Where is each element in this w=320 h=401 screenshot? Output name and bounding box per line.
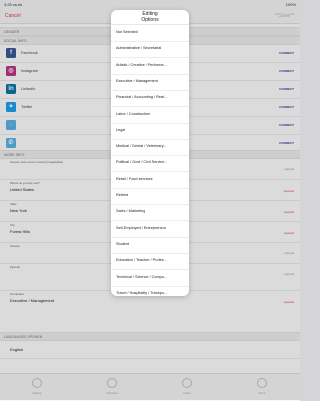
- picker-header: Editing Options: [111, 10, 189, 25]
- picker-subtitle: Options: [141, 17, 159, 23]
- picker-option[interactable]: Sales / Marketing: [111, 204, 189, 222]
- picker-option[interactable]: Retired: [111, 188, 189, 205]
- option-label: Self-Employed / Entrepreneur: [116, 225, 167, 230]
- option-label: Political / Govt / Civil Service...: [116, 160, 168, 165]
- option-label: Executive / Management: [116, 78, 158, 83]
- option-label: Labor / Construction: [116, 111, 151, 116]
- option-label: Student: [116, 241, 130, 246]
- option-label: Sales / Marketing: [116, 209, 146, 214]
- picker-option[interactable]: Artistic / Creative / Performa...: [111, 58, 189, 75]
- picker-option[interactable]: Administrative / Secretarial: [111, 41, 189, 59]
- picker-option[interactable]: Student: [111, 237, 189, 254]
- picker-option[interactable]: Self-Employed / Entrepreneur: [111, 221, 189, 238]
- picker-option[interactable]: Political / Govt / Civil Service...: [111, 155, 189, 173]
- picker-option[interactable]: Not Selected: [111, 25, 189, 42]
- picker-option[interactable]: Education / Teacher / Profes...: [111, 253, 189, 271]
- picker-option[interactable]: Travel / Hospitality / Transpo...: [111, 286, 189, 296]
- option-label: Education / Teacher / Profes...: [116, 258, 167, 263]
- option-label: Medical / Dental / Veterinary...: [116, 144, 167, 149]
- picker-option[interactable]: Technical / Science / Compu...: [111, 270, 189, 287]
- picker-option[interactable]: Medical / Dental / Veterinary...: [111, 139, 189, 157]
- picker-option[interactable]: Executive / Management: [111, 74, 189, 91]
- option-label: Not Selected: [116, 30, 138, 34]
- option-label: Legal: [116, 127, 126, 132]
- option-label: Financial / Accounting / Real...: [116, 95, 168, 100]
- picker-option[interactable]: Financial / Accounting / Real...: [111, 90, 189, 108]
- occupation-picker: Editing Options Not Selected Administrati…: [111, 10, 189, 296]
- option-label: Retail / Food services: [116, 176, 153, 181]
- picker-option[interactable]: Legal: [111, 123, 189, 140]
- option-label: Administrative / Secretarial: [116, 46, 162, 51]
- picker-option[interactable]: Retail / Food services: [111, 172, 189, 189]
- option-label: Travel / Hospitality / Transpo...: [116, 290, 168, 295]
- option-label: Retired: [116, 193, 129, 197]
- option-label: Technical / Science / Compu...: [116, 274, 168, 279]
- picker-option[interactable]: Labor / Construction: [111, 107, 189, 124]
- option-label: Artistic / Creative / Performa...: [116, 62, 167, 67]
